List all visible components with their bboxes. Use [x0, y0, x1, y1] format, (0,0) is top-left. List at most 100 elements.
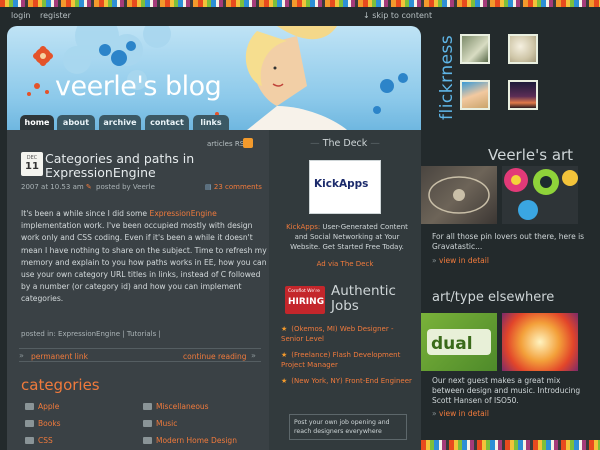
double-chevron-icon: »	[251, 351, 256, 360]
art-view-detail-link[interactable]: » view in detail	[432, 256, 489, 265]
post-body-intro: It's been a while since I did some	[21, 209, 150, 218]
expressionengine-link[interactable]: ExpressionEngine	[150, 209, 217, 218]
pins-art	[504, 168, 578, 220]
deck-title: — The Deck —	[310, 138, 380, 149]
art-image-pins[interactable]	[502, 166, 578, 224]
category-label: Books	[38, 419, 61, 428]
double-chevron-icon: »	[19, 351, 24, 360]
category-label: CSS	[38, 436, 53, 445]
deck-title-text: The Deck	[322, 138, 368, 149]
arttype-view-detail-link[interactable]: » view in detail	[432, 409, 489, 418]
folder-icon	[25, 403, 34, 410]
continue-reading-link[interactable]: continue reading	[183, 352, 246, 361]
main-content-area: articles RSS DEC 11 Categories and paths…	[7, 130, 421, 450]
category-link[interactable]: Books	[25, 419, 61, 428]
hiring-logo-top: Coroflot We're	[288, 289, 320, 294]
blog-title[interactable]: veerle's blog	[55, 71, 222, 102]
chevron-icon: »	[432, 256, 437, 265]
arttype-image-iso50[interactable]	[502, 313, 578, 371]
login-link[interactable]: login	[11, 11, 31, 20]
top-color-stripe	[0, 0, 600, 7]
main-nav: home about archive contact links	[7, 115, 421, 130]
arttype-image-dual[interactable]: dual	[421, 313, 497, 371]
category-label: Music	[156, 419, 178, 428]
comments-link[interactable]: ▤ 23 comments	[205, 183, 262, 191]
bottom-color-stripe	[421, 440, 600, 450]
folder-icon	[25, 420, 34, 427]
skip-to-content-link[interactable]: ↓ skip to content	[363, 11, 432, 20]
job-link[interactable]: ★ (Freelance) Flash Development Project M…	[281, 350, 413, 370]
nav-tab-archive[interactable]: archive	[99, 115, 141, 130]
skip-label: skip to content	[372, 11, 433, 20]
job-title: (New York, NY) Front-End Engineer	[291, 377, 412, 385]
chevron-icon: »	[432, 409, 437, 418]
folder-icon	[25, 437, 34, 444]
dual-art: dual	[427, 329, 491, 355]
category-link[interactable]: Music	[143, 419, 177, 428]
post-column: articles RSS DEC 11 Categories and paths…	[7, 130, 267, 450]
post-job-box[interactable]: Post your own job opening and reach desi…	[289, 414, 407, 440]
date-day: 11	[25, 161, 39, 172]
star-icon: ★	[281, 325, 288, 333]
flickr-thumbnail[interactable]	[508, 34, 538, 64]
svg-text:dual: dual	[431, 334, 473, 354]
folder-icon	[143, 437, 152, 444]
post-body-text: implementation work. I've been occupied …	[21, 221, 267, 304]
post-author: posted by Veerle	[96, 183, 155, 191]
folder-icon	[143, 403, 152, 410]
comments-count: 23 comments	[213, 183, 262, 191]
post-links-bar: » permanent link continue reading »	[19, 348, 261, 362]
art-description: For all those pin lovers out there, here…	[432, 232, 585, 251]
deck-ad-text: KickApps: User-Generated Content and Soc…	[281, 222, 413, 252]
job-title: (Freelance) Flash Development Project Ma…	[281, 351, 401, 369]
gravatastic-art	[428, 176, 490, 214]
art-view-detail-label: view in detail	[438, 256, 489, 265]
hiring-logo[interactable]: Coroflot We're HIRING	[285, 286, 325, 314]
categories-heading: categories	[21, 376, 100, 394]
job-link[interactable]: ★ (Okemos, MI) Web Designer - Senior Leve…	[281, 324, 413, 344]
post-date: 2007 at 10.53 am	[21, 183, 84, 191]
utility-bar: login register ↓ skip to content	[0, 7, 600, 24]
register-link[interactable]: register	[40, 11, 71, 20]
comment-icon: ▤	[205, 183, 212, 191]
category-label: Miscellaneous	[156, 402, 209, 411]
permanent-link[interactable]: permanent link	[31, 352, 88, 361]
flickr-heading: flickrness	[437, 34, 457, 120]
arttype-description: Our next guest makes a great mix between…	[432, 376, 581, 405]
ad-via-deck-link[interactable]: Ad via The Deck	[269, 260, 421, 268]
folder-icon	[143, 420, 152, 427]
category-link[interactable]: Modern Home Design	[143, 436, 237, 445]
category-label: Modern Home Design	[156, 436, 237, 445]
category-link[interactable]: Apple	[25, 402, 59, 411]
kickapps-logo: KickApps	[314, 178, 369, 190]
date-badge: DEC 11	[21, 152, 43, 176]
post-title[interactable]: Categories and paths in ExpressionEngine	[45, 152, 255, 180]
rss-icon[interactable]	[243, 138, 253, 148]
pencil-icon: ✎	[85, 183, 92, 191]
post-meta: 2007 at 10.53 am ✎ posted by Veerle	[21, 183, 155, 191]
flickr-thumbnail[interactable]	[508, 80, 538, 110]
veerles-art-heading: Veerle's art	[488, 146, 574, 164]
star-icon: ★	[281, 351, 288, 359]
art-image-gravatastic[interactable]	[421, 166, 497, 224]
deck-ad-image[interactable]: KickApps	[309, 160, 381, 214]
nav-tab-links[interactable]: links	[193, 115, 229, 130]
arttype-view-detail-label: view in detail	[438, 409, 489, 418]
job-title: (Okemos, MI) Web Designer - Senior Level	[281, 325, 394, 343]
nav-tab-about[interactable]: about	[57, 115, 95, 130]
category-link[interactable]: CSS	[25, 436, 53, 445]
post-categories: posted in: ExpressionEngine | Tutorials …	[21, 330, 161, 338]
flickr-thumbnail[interactable]	[460, 34, 490, 64]
flickr-thumbnail[interactable]	[460, 80, 490, 110]
deck-sidebar: — The Deck — KickApps KickApps: User-Gen…	[269, 130, 421, 450]
deck-ad-highlight[interactable]: KickApps:	[286, 223, 320, 231]
nav-tab-contact[interactable]: contact	[145, 115, 189, 130]
star-icon: ★	[281, 377, 288, 385]
category-label: Apple	[38, 402, 60, 411]
nav-tab-home[interactable]: home	[20, 115, 54, 130]
category-link[interactable]: Miscellaneous	[143, 402, 209, 411]
hiring-logo-main: HIRING	[288, 297, 325, 307]
post-body: It's been a while since I did some Expre…	[21, 208, 267, 306]
job-link[interactable]: ★ (New York, NY) Front-End Engineer	[281, 376, 413, 386]
arttype-elsewhere-heading: art/type elsewhere	[432, 290, 555, 305]
